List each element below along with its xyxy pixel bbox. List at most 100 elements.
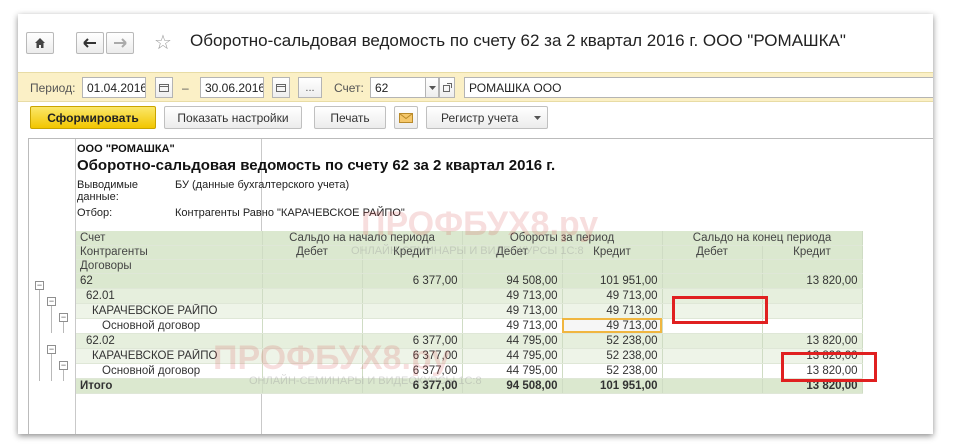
table-row[interactable]: КАРАЧЕВСКОЕ РАЙПО 6 377,00 44 795,00 52 … <box>76 348 863 364</box>
cell-turnover-credit[interactable]: 52 238,00 <box>562 348 663 364</box>
favorite-star-icon[interactable]: ☆ <box>154 30 172 55</box>
cell-opening-credit[interactable] <box>362 318 463 334</box>
collapse-icon[interactable]: − <box>35 281 44 290</box>
output-value: БУ (данные бухгалтерского учета) <box>175 179 350 191</box>
total-closing-debit[interactable] <box>662 378 763 394</box>
account-field[interactable]: 62 <box>370 77 426 98</box>
collapse-icon[interactable]: − <box>59 313 68 322</box>
cell-opening-debit[interactable] <box>262 318 363 334</box>
period-dash: – <box>182 81 189 95</box>
output-label: Выводимые данные: <box>77 179 138 203</box>
cell-closing-credit[interactable] <box>762 303 863 319</box>
row-name: 62.01 <box>76 288 263 304</box>
total-label: Итого <box>76 378 263 394</box>
home-button[interactable] <box>26 32 54 54</box>
organization-field[interactable]: РОМАШКА ООО <box>464 77 933 98</box>
cell-opening-credit[interactable]: 6 377,00 <box>362 363 463 379</box>
cell-turnover-debit[interactable]: 49 713,00 <box>462 303 563 319</box>
total-row[interactable]: Итого 6 377,00 94 508,00 101 951,00 13 8… <box>76 378 863 394</box>
header-opening-debit: Дебет <box>262 245 363 260</box>
total-turnover-debit[interactable]: 94 508,00 <box>462 378 563 394</box>
cell-opening-credit[interactable]: 6 377,00 <box>362 348 463 364</box>
collapse-icon[interactable]: − <box>59 361 68 370</box>
cell-opening-credit[interactable]: 6 377,00 <box>362 333 463 349</box>
date-from-field[interactable]: 01.04.2016 <box>82 77 146 98</box>
cell-turnover-credit[interactable]: 49 713,00 <box>562 303 663 319</box>
cell-opening-debit[interactable] <box>262 303 363 319</box>
cell-opening-debit[interactable] <box>262 273 363 289</box>
generate-button[interactable]: Сформировать <box>30 106 156 129</box>
table-row[interactable]: 62 6 377,00 94 508,00 101 951,00 13 820,… <box>76 273 863 289</box>
cell-turnover-debit[interactable]: 44 795,00 <box>462 348 563 364</box>
account-dropdown-button[interactable] <box>425 77 439 98</box>
header-row: Контрагенты Дебет Кредит Дебет Кредит Де… <box>76 245 863 260</box>
period-select-button[interactable]: ... <box>298 77 322 98</box>
show-settings-button[interactable]: Показать настройки <box>164 106 302 129</box>
cell-opening-debit[interactable] <box>262 333 363 349</box>
period-label: Период: <box>30 81 76 95</box>
row-name: 62.02 <box>76 333 263 349</box>
cell-turnover-debit[interactable]: 44 795,00 <box>462 363 563 379</box>
period-bar: Период: 01.04.2016 – 30.06.2016 ... Счет… <box>18 72 933 102</box>
back-button[interactable] <box>76 32 104 54</box>
arrow-right-icon <box>114 38 127 48</box>
total-opening-credit[interactable]: 6 377,00 <box>362 378 463 394</box>
cell-closing-credit[interactable]: 13 820,00 <box>762 273 863 289</box>
cell-opening-debit[interactable] <box>262 348 363 364</box>
cell-turnover-credit[interactable]: 49 713,00 <box>562 288 663 304</box>
highlight-box <box>781 352 877 382</box>
cell-closing-debit[interactable] <box>662 348 763 364</box>
total-opening-debit[interactable] <box>262 378 363 394</box>
home-icon <box>35 38 45 48</box>
cell-turnover-credit-selected[interactable]: 49 713,00 <box>562 318 663 334</box>
cell-turnover-debit[interactable]: 49 713,00 <box>462 318 563 334</box>
header-turnover: Обороты за период <box>462 231 663 246</box>
cell-turnover-credit[interactable]: 52 238,00 <box>562 333 663 349</box>
register-dropdown-button[interactable]: Регистр учета <box>426 106 548 129</box>
table-row[interactable]: 62.02 6 377,00 44 795,00 52 238,00 13 82… <box>76 333 863 349</box>
register-label: Регистр учета <box>441 110 519 125</box>
cell-opening-credit[interactable]: 6 377,00 <box>362 273 463 289</box>
row-name: КАРАЧЕВСКОЕ РАЙПО <box>76 348 263 364</box>
date-to-field[interactable]: 30.06.2016 <box>200 77 264 98</box>
header-opening: Сальдо на начало периода <box>262 231 463 246</box>
filter-label: Отбор: <box>77 207 113 219</box>
cell-opening-credit[interactable] <box>362 303 463 319</box>
collapse-icon[interactable]: − <box>47 345 56 354</box>
cell-opening-credit[interactable] <box>362 288 463 304</box>
cell-turnover-credit[interactable]: 101 951,00 <box>562 273 663 289</box>
row-name: КАРАЧЕВСКОЕ РАЙПО <box>76 303 263 319</box>
collapse-icon[interactable]: − <box>47 297 56 306</box>
header-closing: Сальдо на конец периода <box>662 231 863 246</box>
table-row[interactable]: Основной договор 6 377,00 44 795,00 52 2… <box>76 363 863 379</box>
cell-opening-debit[interactable] <box>262 363 363 379</box>
report-sheet[interactable]: ООО "РОМАШКА" Оборотно-сальдовая ведомос… <box>28 138 933 434</box>
cell-closing-debit[interactable] <box>662 363 763 379</box>
cell-turnover-credit[interactable]: 52 238,00 <box>562 363 663 379</box>
row-name: Основной договор <box>76 363 263 379</box>
cell-turnover-debit[interactable]: 94 508,00 <box>462 273 563 289</box>
calendar-to-button[interactable] <box>272 77 290 98</box>
cell-turnover-debit[interactable]: 49 713,00 <box>462 288 563 304</box>
cell-closing-credit[interactable] <box>762 318 863 334</box>
cell-closing-credit[interactable] <box>762 288 863 304</box>
row-name: 62 <box>76 273 263 289</box>
window-frame: ☆ Оборотно-сальдовая ведомость по счету … <box>18 14 933 434</box>
chevron-down-icon <box>534 116 541 120</box>
total-turnover-credit[interactable]: 101 951,00 <box>562 378 663 394</box>
header-closing-credit: Кредит <box>762 245 863 260</box>
cell-closing-debit[interactable] <box>662 273 763 289</box>
header-row: Счет Сальдо на начало периода Обороты за… <box>76 231 863 246</box>
cell-turnover-debit[interactable]: 44 795,00 <box>462 333 563 349</box>
calendar-from-button[interactable] <box>155 77 173 98</box>
print-button[interactable]: Печать <box>314 106 386 129</box>
highlight-box <box>672 296 768 324</box>
cell-closing-debit[interactable] <box>662 333 763 349</box>
cell-opening-debit[interactable] <box>262 288 363 304</box>
header-turnover-credit: Кредит <box>562 245 663 260</box>
forward-button[interactable] <box>106 32 134 54</box>
account-open-button[interactable] <box>439 77 455 98</box>
email-button[interactable] <box>394 106 418 129</box>
cell-closing-credit[interactable]: 13 820,00 <box>762 333 863 349</box>
header-closing-debit: Дебет <box>662 245 763 260</box>
